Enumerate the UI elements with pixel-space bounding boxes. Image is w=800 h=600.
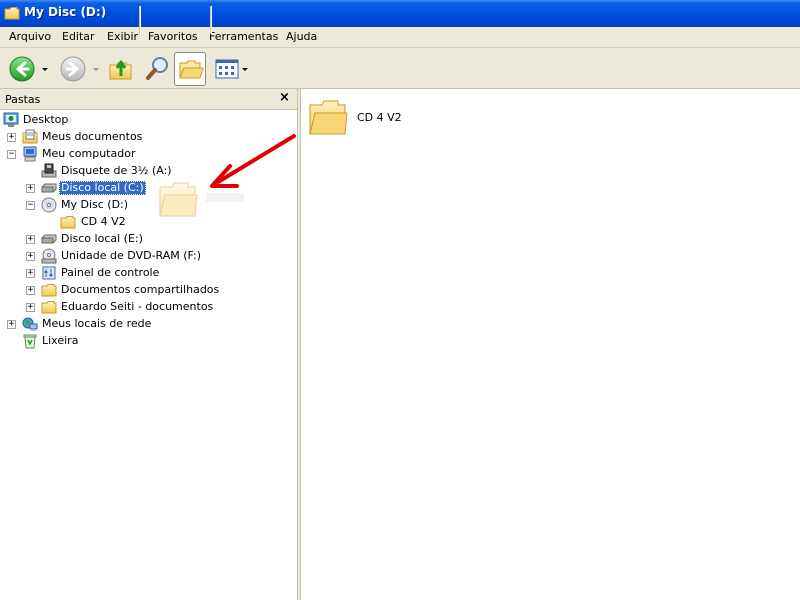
- tree-item-label: Disco local (C:): [59, 181, 146, 195]
- folder-icon[interactable]: [308, 99, 348, 137]
- toolbar-separator: [139, 6, 141, 34]
- expand-icon[interactable]: +: [26, 303, 35, 312]
- forward-icon[interactable]: [60, 56, 86, 82]
- menu-arquivo[interactable]: Arquivo: [9, 30, 51, 43]
- expand-icon[interactable]: +: [26, 184, 35, 193]
- menu-ferramentas[interactable]: Ferramentas: [209, 30, 278, 43]
- menu-bar: Arquivo Editar Exibir Favoritos Ferramen…: [0, 27, 800, 48]
- tree-item-label: Desktop: [23, 113, 69, 126]
- expand-icon[interactable]: +: [26, 235, 35, 244]
- folders-icon[interactable]: [178, 56, 204, 82]
- folder-icon: [41, 301, 57, 314]
- content-pane: [301, 89, 800, 600]
- menu-favoritos[interactable]: Favoritos: [148, 30, 198, 43]
- forward-dropdown-icon[interactable]: [93, 68, 99, 71]
- menu-exibir[interactable]: Exibir: [107, 30, 138, 43]
- expand-icon[interactable]: +: [26, 286, 35, 295]
- floppy-drive-icon: [41, 163, 57, 178]
- up-folder-icon[interactable]: [108, 55, 134, 81]
- recycle-bin-icon: [23, 334, 37, 349]
- expand-icon[interactable]: +: [26, 252, 35, 261]
- views-icon[interactable]: [215, 58, 241, 80]
- tree-item-label: Painel de controle: [61, 266, 160, 279]
- folder-icon: [41, 284, 57, 297]
- tree-item-label: Meus locais de rede: [42, 317, 152, 330]
- folder-icon: [60, 216, 76, 229]
- tree-item-label: Meu computador: [42, 147, 136, 160]
- folders-pane-header: Pastas ×: [0, 89, 297, 110]
- cd-drive-icon: [41, 197, 57, 213]
- folders-pane-title: Pastas: [5, 93, 41, 106]
- control-panel-icon: [42, 266, 56, 280]
- back-icon[interactable]: [9, 56, 35, 82]
- tree-item-label: Meus documentos: [42, 130, 143, 143]
- menu-ajuda[interactable]: Ajuda: [286, 30, 317, 43]
- network-places-icon: [22, 317, 38, 331]
- search-icon[interactable]: [145, 55, 171, 81]
- views-dropdown-icon[interactable]: [242, 68, 248, 71]
- hard-drive-icon: [41, 234, 57, 244]
- tree-item-label: Eduardo Seiti - documentos: [61, 300, 214, 313]
- tree-item-label: Lixeira: [42, 334, 79, 347]
- tree-item-label: Disco local (E:): [61, 232, 143, 245]
- my-computer-icon: [23, 146, 37, 162]
- menu-editar[interactable]: Editar: [62, 30, 95, 43]
- dragged-folder-icon: [159, 182, 198, 217]
- expand-icon[interactable]: +: [7, 133, 16, 142]
- content-item-label[interactable]: CD 4 V2: [357, 111, 402, 124]
- expand-icon[interactable]: +: [26, 269, 35, 278]
- desktop-icon: [3, 112, 19, 127]
- toolbar-separator: [210, 6, 212, 34]
- dvd-drive-icon: [41, 248, 57, 264]
- red-arrow-icon: [210, 134, 296, 188]
- tree-item-label: Documentos compartilhados: [61, 283, 220, 296]
- tree-item-label: Disquete de 3½ (A:): [61, 164, 172, 177]
- collapse-icon[interactable]: −: [26, 201, 35, 210]
- hard-drive-icon: [41, 183, 57, 193]
- tree-item-label: My Disc (D:): [61, 198, 129, 211]
- collapse-icon[interactable]: −: [7, 150, 16, 159]
- tree-item-label: Unidade de DVD-RAM (F:): [61, 249, 202, 262]
- my-documents-icon: [22, 129, 38, 144]
- back-dropdown-icon[interactable]: [42, 68, 48, 71]
- expand-icon[interactable]: +: [7, 320, 16, 329]
- close-icon[interactable]: ×: [279, 90, 290, 105]
- tree-item-label: CD 4 V2: [81, 215, 126, 228]
- window-title: My Disc (D:): [24, 5, 107, 19]
- title-bar[interactable]: My Disc (D:): [0, 0, 800, 27]
- folder-icon: [4, 7, 20, 20]
- dragged-folder-label: [206, 193, 244, 202]
